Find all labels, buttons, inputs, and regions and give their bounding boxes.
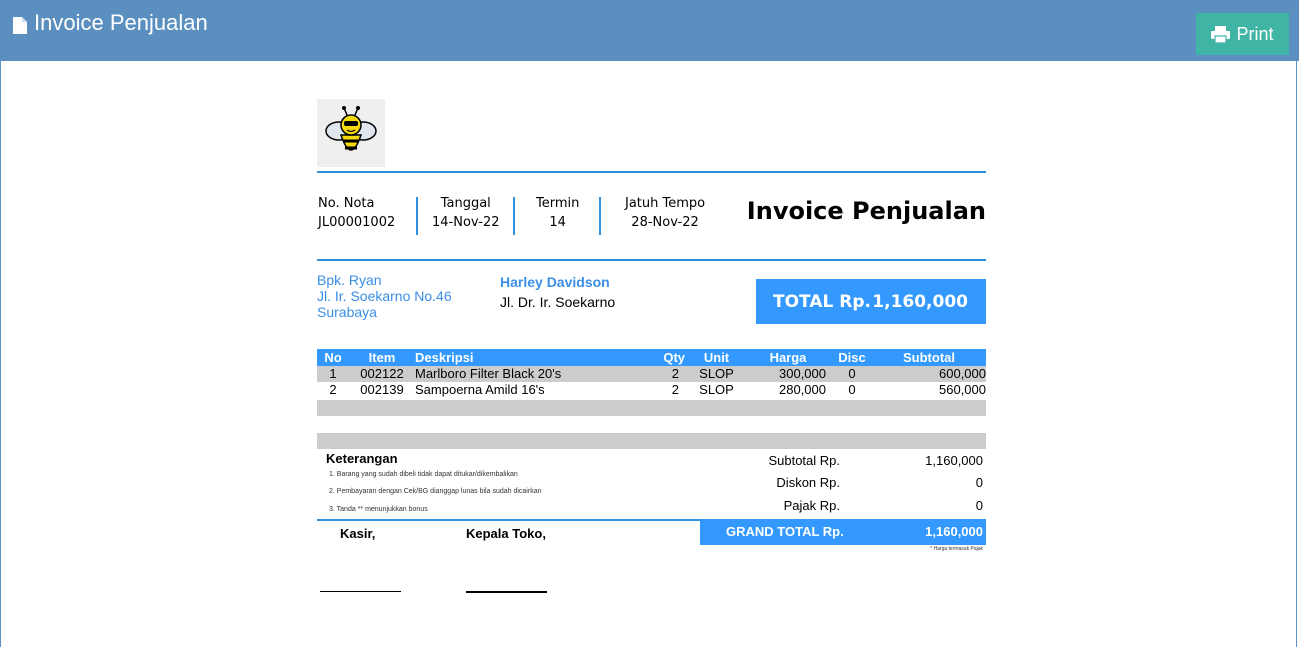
col-header: Item [349, 349, 415, 366]
grand-total-label: GRAND TOTAL Rp. [726, 524, 844, 539]
col-header: Unit [689, 349, 744, 366]
customer-info: Bpk. Ryan Jl. Ir. Soekarno No.46 Surabay… [317, 272, 452, 320]
items-table: No Item Deskripsi Qty Unit Harga Disc Su… [317, 349, 986, 398]
printer-icon [1211, 25, 1231, 43]
kasir-signature-label: Kasir, [340, 526, 376, 541]
meta-termin: Termin 14 [536, 196, 580, 230]
empty-row-bar [317, 400, 986, 416]
invoice-title: Invoice Penjualan [746, 197, 986, 225]
grand-total-box: GRAND TOTAL Rp. 1,160,000 [700, 519, 986, 545]
print-label: Print [1236, 23, 1274, 44]
customer-name: Bpk. Ryan [317, 272, 382, 288]
meta-jatuh-tempo: Jatuh Tempo 28-Nov-22 [625, 196, 706, 230]
top-bar: Invoice Penjualan Print [0, 0, 1299, 61]
supplier-info: Harley Davidson Jl. Dr. Ir. Soekarno [500, 272, 615, 312]
supplier-name: Harley Davidson [500, 274, 610, 290]
meta-separator [513, 197, 515, 235]
signature-line [466, 591, 547, 593]
signature-line [320, 591, 401, 592]
customer-address: Jl. Ir. Soekarno No.46 [317, 288, 452, 304]
keterangan-note: 1. Barang yang sudah dibeli tidak dapat … [329, 471, 518, 478]
subtotal-label: Subtotal Rp. [768, 453, 840, 468]
meta-tanggal: Tanggal 14-Nov-22 [432, 196, 500, 230]
customer-city: Surabaya [317, 304, 377, 320]
table-header: No Item Deskripsi Qty Unit Harga Disc Su… [317, 349, 986, 366]
col-header: Deskripsi [415, 349, 637, 366]
col-header: Disc [832, 349, 872, 366]
print-button[interactable]: Print [1196, 13, 1289, 55]
keterangan-note: 3. Tanda ** menunjukkan bonus [329, 506, 428, 513]
subtotal-value: 1,160,000 [925, 453, 983, 468]
page-frame [0, 0, 1297, 647]
supplier-address: Jl. Dr. Ir. Soekarno [500, 294, 616, 310]
meta-separator [599, 197, 601, 235]
total-box: TOTAL Rp. 1,160,000 [756, 279, 986, 324]
pajak-label: Pajak Rp. [783, 498, 840, 513]
empty-row-bar [317, 433, 986, 449]
col-header: Qty [637, 349, 689, 366]
diskon-label: Diskon Rp. [776, 475, 840, 490]
divider [317, 519, 700, 521]
total-value: 1,160,000 [872, 292, 968, 312]
meta-no-nota: No. Nota JL00001002 [318, 196, 396, 230]
keterangan-note: 2. Pembayaran dengan Cek/BG dianggap lun… [329, 488, 542, 495]
divider [317, 171, 986, 173]
diskon-value: 0 [975, 475, 983, 490]
pajak-value: 0 [975, 498, 983, 513]
grand-total-value: 1,160,000 [925, 524, 983, 539]
col-header: Subtotal [872, 349, 986, 366]
col-header: Harga [744, 349, 832, 366]
meta-separator [416, 197, 418, 235]
bee-logo-icon [317, 99, 385, 167]
table-row: 1 002122 Marlboro Filter Black 20's 2 SL… [317, 366, 986, 382]
keterangan-title: Keterangan [326, 451, 398, 466]
kepala-toko-signature-label: Kepala Toko, [466, 526, 546, 541]
document-icon [13, 17, 27, 34]
total-label: TOTAL Rp. [773, 292, 871, 312]
tax-footnote: * Harga termasuk Pajak [930, 546, 983, 552]
col-header: No [317, 349, 349, 366]
page-title: Invoice Penjualan [34, 10, 208, 35]
table-row: 2 002139 Sampoerna Amild 16's 2 SLOP 280… [329, 382, 986, 397]
divider [317, 259, 986, 261]
